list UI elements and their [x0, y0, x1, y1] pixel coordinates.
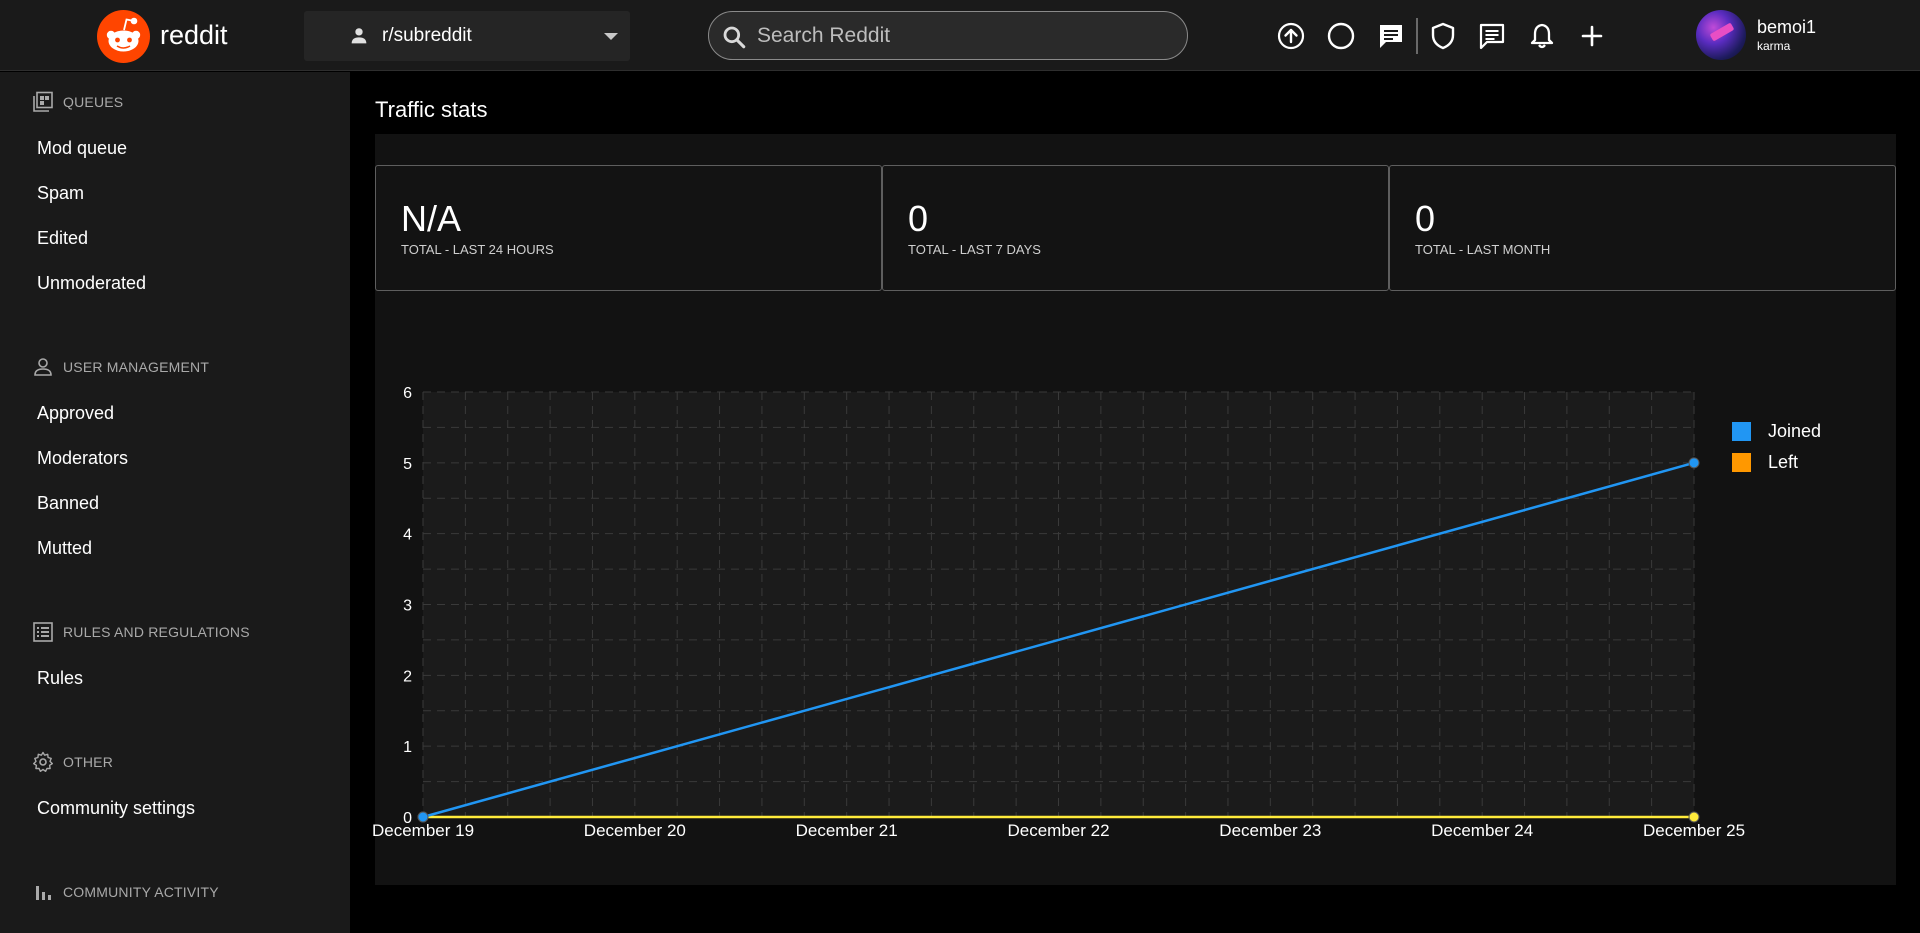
- person-icon: [34, 358, 52, 376]
- queue-icon: [33, 91, 53, 112]
- sidebar-item-rules[interactable]: Rules: [37, 668, 83, 689]
- bell-icon[interactable]: [1527, 21, 1557, 51]
- header-divider: [1416, 18, 1418, 54]
- chat-icon[interactable]: [1376, 21, 1406, 51]
- sidebar-item-mod-queue[interactable]: Mod queue: [37, 138, 127, 159]
- sidebar-item-moderators[interactable]: Moderators: [37, 448, 128, 469]
- section-header-user-management: USER MANAGEMENT: [32, 356, 209, 378]
- karma-label: karma: [1757, 39, 1791, 53]
- list-icon: [33, 622, 53, 642]
- section-header-community-activity: COMMUNITY ACTIVITY: [32, 881, 219, 903]
- sidebar-item-spam[interactable]: Spam: [37, 183, 84, 204]
- sidebar-item-banned[interactable]: Banned: [37, 493, 99, 514]
- stat-card-month: 0 TOTAL - LAST MONTH: [1389, 165, 1896, 291]
- upload-circle-icon[interactable]: [1276, 21, 1306, 51]
- username[interactable]: bemoi1: [1757, 17, 1816, 38]
- bar-chart-icon: [36, 886, 51, 900]
- message-icon[interactable]: [1477, 21, 1507, 51]
- chevron-down-icon: [604, 33, 618, 40]
- sidebar-item-edited[interactable]: Edited: [37, 228, 88, 249]
- stat-caption: TOTAL - LAST 7 DAYS: [908, 242, 1041, 257]
- section-header-rules: RULES AND REGULATIONS: [32, 621, 250, 643]
- stat-value: 0: [908, 198, 929, 239]
- section-header-other: OTHER: [32, 751, 113, 773]
- stat-card-7d: 0 TOTAL - LAST 7 DAYS: [882, 165, 1389, 291]
- stat-caption: TOTAL - LAST 24 HOURS: [401, 242, 554, 257]
- stat-card-24h: N/A TOTAL - LAST 24 HOURS: [375, 165, 882, 291]
- section-header-queues: QUEUES: [32, 91, 123, 113]
- sidebar-item-mutted[interactable]: Mutted: [37, 538, 92, 559]
- search-input[interactable]: [757, 20, 1177, 52]
- page-title: Traffic stats: [375, 97, 488, 122]
- plus-icon[interactable]: [1577, 21, 1607, 51]
- brand-name[interactable]: reddit: [160, 20, 228, 51]
- avatar[interactable]: [1696, 10, 1746, 60]
- stat-caption: TOTAL - LAST MONTH: [1415, 242, 1551, 257]
- sidebar: QUEUES Mod queue Spam Edited Unmoderated…: [0, 72, 350, 933]
- sidebar-item-unmoderated[interactable]: Unmoderated: [37, 273, 146, 294]
- person-icon: [351, 28, 367, 44]
- stat-value: 0: [1415, 198, 1436, 239]
- search-icon: [723, 26, 746, 49]
- sidebar-item-community-settings[interactable]: Community settings: [37, 798, 195, 819]
- top-header: reddit r/subreddit bemoi1 karma: [0, 0, 1920, 71]
- search-bar[interactable]: [708, 11, 1188, 60]
- circle-icon[interactable]: [1326, 21, 1356, 51]
- reddit-logo-icon[interactable]: [97, 10, 150, 63]
- stat-value: N/A: [401, 198, 462, 239]
- subreddit-select[interactable]: r/subreddit: [304, 11, 630, 61]
- subreddit-name: r/subreddit: [382, 25, 472, 46]
- shield-icon[interactable]: [1428, 21, 1458, 51]
- gear-icon: [33, 751, 53, 772]
- sidebar-item-approved[interactable]: Approved: [37, 403, 114, 424]
